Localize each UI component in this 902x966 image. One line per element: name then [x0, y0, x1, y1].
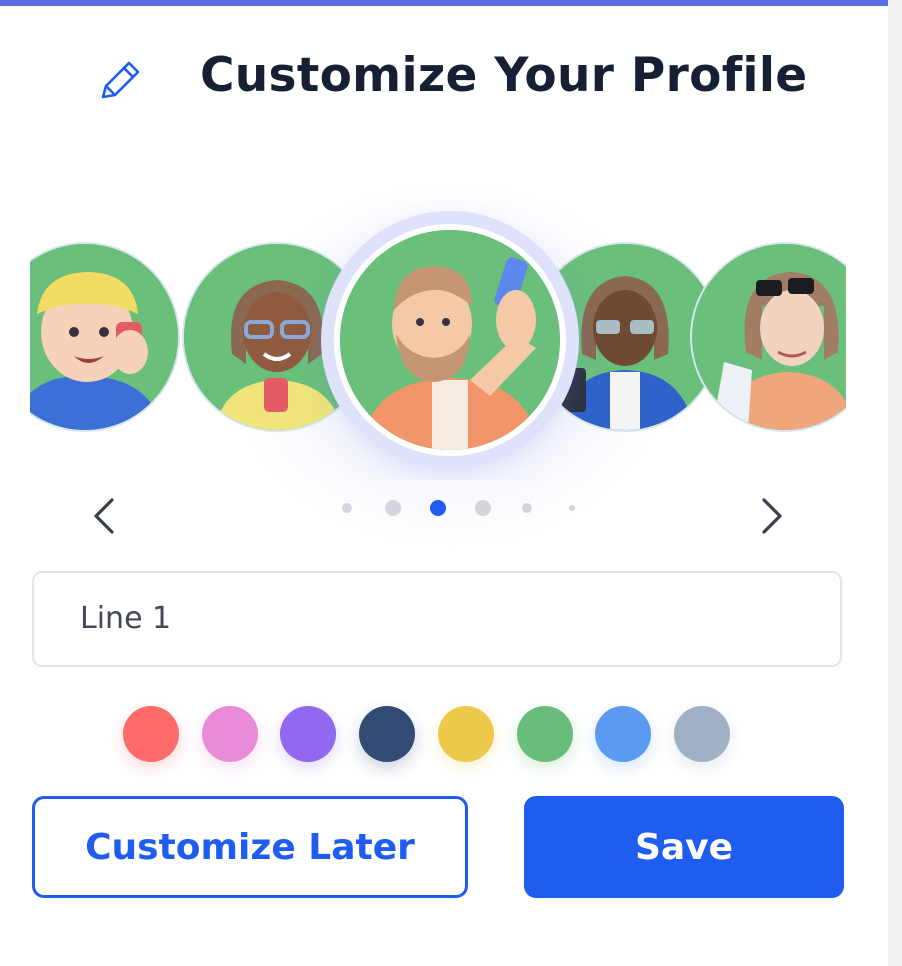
color-swatch-pink[interactable]	[202, 706, 258, 762]
page-dot-active[interactable]	[430, 500, 446, 516]
page-dot[interactable]	[522, 503, 532, 513]
color-swatch-blue[interactable]	[595, 706, 651, 762]
line-1-input-value: Line 1	[80, 601, 172, 636]
color-swatch-gray[interactable]	[674, 706, 730, 762]
color-swatch-yellow[interactable]	[438, 706, 494, 762]
page-dot[interactable]	[342, 503, 352, 513]
color-swatch-red[interactable]	[123, 706, 179, 762]
customize-later-button[interactable]: Customize Later	[32, 796, 468, 898]
page-dot[interactable]	[569, 505, 575, 511]
chevron-left-icon[interactable]	[86, 496, 126, 536]
color-swatch-navy[interactable]	[359, 706, 415, 762]
line-1-input[interactable]: Line 1	[32, 571, 842, 667]
page-title: Customize Your Profile	[200, 48, 808, 103]
window-edge	[888, 0, 902, 966]
avatar-woman-sunglasses[interactable]	[690, 242, 846, 432]
color-swatch-green[interactable]	[517, 706, 573, 762]
header: Customize Your Profile	[0, 44, 888, 114]
save-button[interactable]: Save	[524, 796, 844, 898]
pencil-icon	[96, 53, 148, 105]
carousel-pagination	[330, 496, 590, 520]
avatar-boy-cap-phone[interactable]	[30, 242, 180, 432]
avatar-carousel	[30, 200, 846, 480]
chevron-right-icon[interactable]	[750, 496, 790, 536]
avatar-bearded-man-selfie[interactable]	[334, 224, 566, 456]
page-dot[interactable]	[475, 500, 491, 516]
color-swatch-purple[interactable]	[280, 706, 336, 762]
page-dot[interactable]	[385, 500, 401, 516]
